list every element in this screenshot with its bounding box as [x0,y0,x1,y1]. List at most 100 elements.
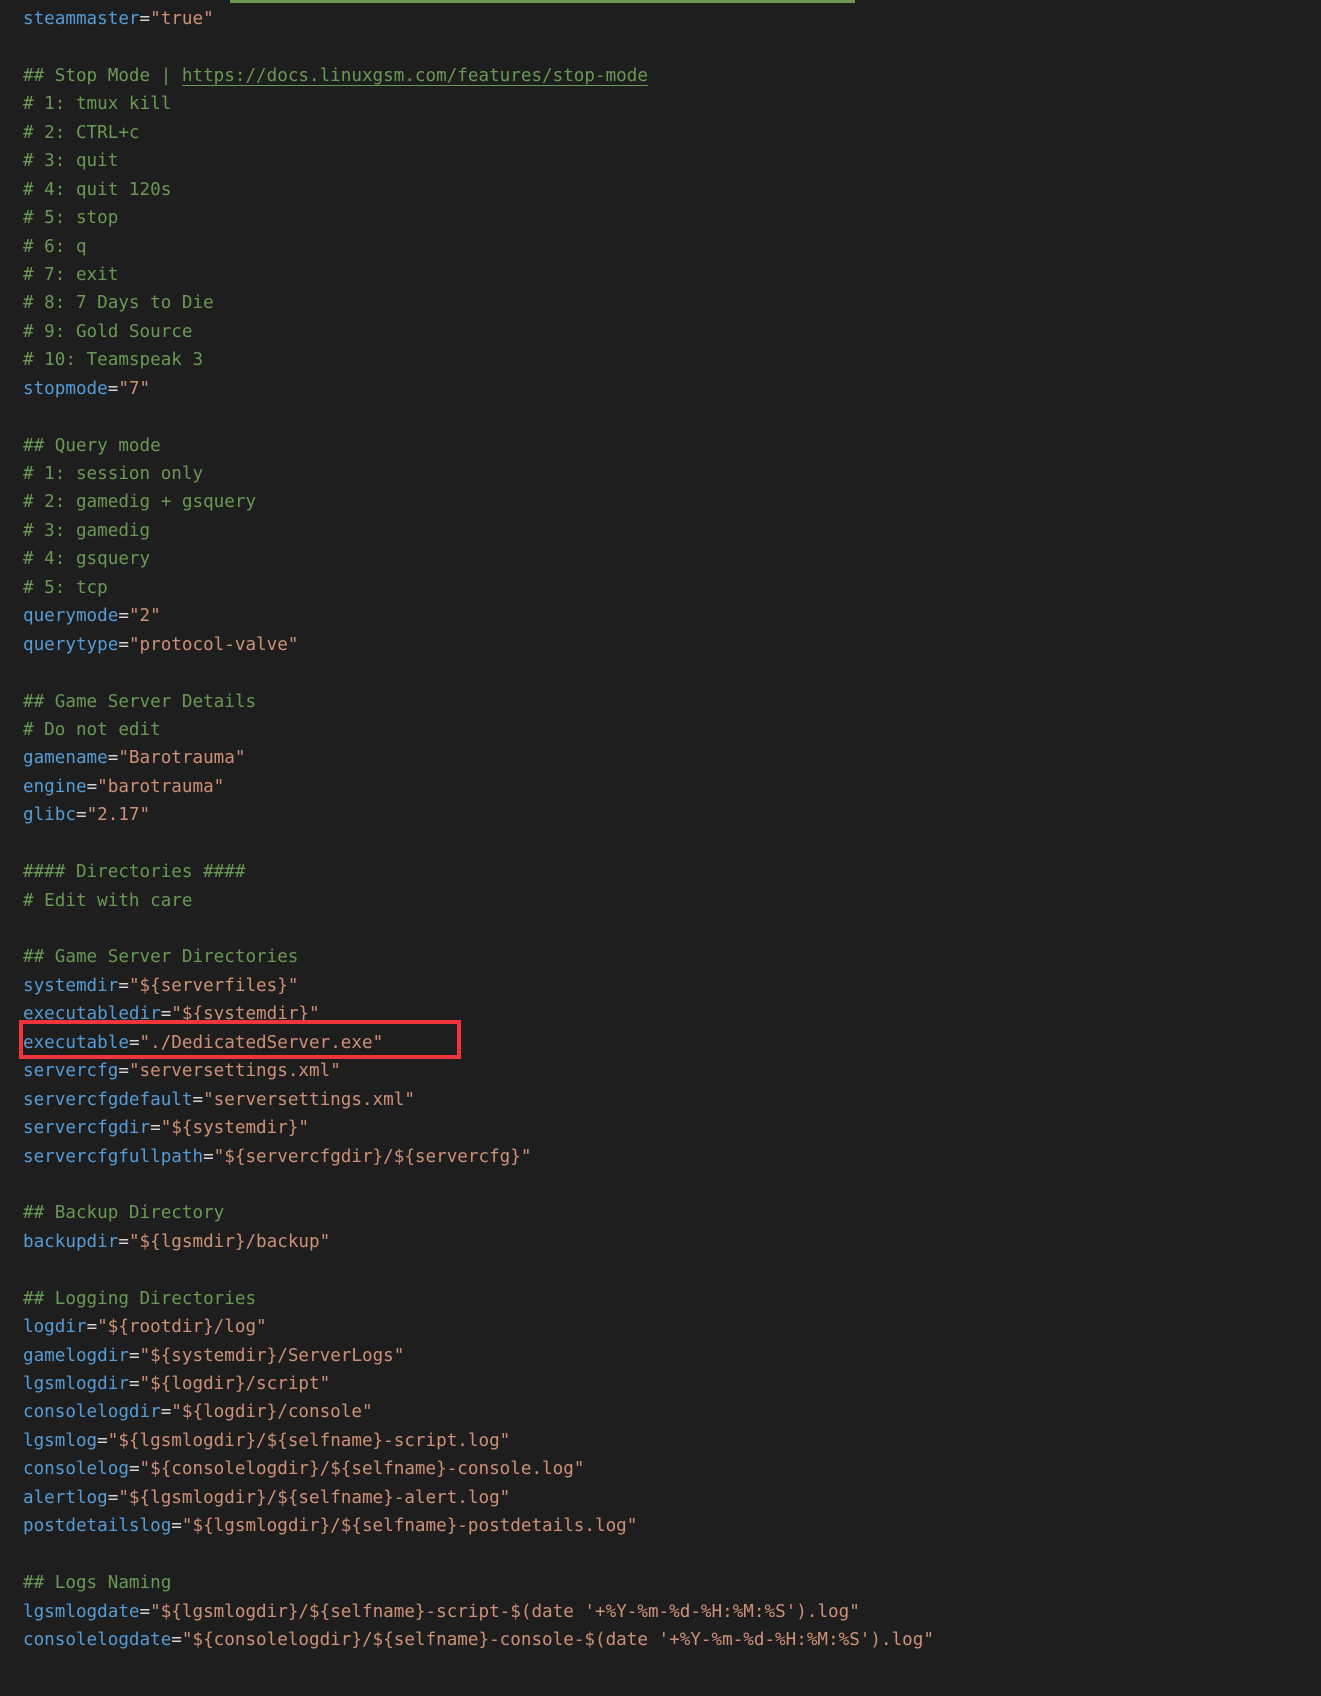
variable-value: "${systemdir}/ServerLogs" [139,1345,405,1366]
docs-link[interactable]: https://docs.linuxgsm.com/features/stop-… [182,66,648,86]
variable-value: "2.17" [86,805,151,826]
code-line: # 1: tmux kill [23,90,934,118]
code-line: # 6: q [23,233,934,261]
code-line: # 4: gsquery [23,545,934,573]
code-line: querymode="2" [23,602,934,630]
variable-name: querytype [23,634,119,655]
comment-text: #### Directories #### [23,862,246,883]
comment-text: # Edit with care [23,890,193,911]
comment-text: # Do not edit [23,719,161,740]
code-line: ## Logs Naming [23,1569,934,1597]
comment-text: # 9: Gold Source [23,321,193,342]
code-line: # 1: session only [23,460,934,488]
equals-sign: = [160,1402,172,1423]
comment-text: # 10: Teamspeak 3 [23,350,204,371]
code-line: # 2: gamedig + gsquery [23,488,934,516]
variable-value: "Barotrauma" [118,748,246,769]
variable-name: consolelogdate [23,1629,172,1650]
equals-sign: = [171,1629,182,1650]
variable-value: "${systemdir}" [160,1118,309,1139]
comment-text: ## Logging Directories [23,1288,257,1309]
equals-sign: = [107,1487,119,1508]
variable-name: glibc [23,805,76,826]
code-line: # 2: CTRL+c [23,119,934,147]
comment-text: # 6: q [23,236,87,257]
variable-value: "7" [118,378,151,399]
code-line: consolelogdir="${logdir}/console" [23,1398,934,1426]
code-line: ## Game Server Directories [23,943,934,971]
variable-value: "protocol-valve" [128,634,299,655]
comment-text: # 3: quit [23,151,119,172]
variable-name: backupdir [23,1231,119,1252]
comment-text: # 5: stop [23,208,119,229]
variable-name: servercfgfullpath [23,1146,204,1167]
code-line: servercfgfullpath="${servercfgdir}/${ser… [23,1143,934,1171]
equals-sign: = [192,1089,204,1110]
code-line: # Do not edit [23,716,934,744]
variable-value: "${rootdir}/log" [97,1317,267,1338]
equals-sign: = [139,9,151,29]
comment-text: # 2: gamedig + gsquery [23,492,257,513]
code-line: systemdir="${serverfiles}" [23,972,934,1000]
variable-value: "${consolelogdir}/${selfname}-console-$(… [181,1629,934,1650]
equals-sign: = [128,1459,140,1480]
variable-value: "${servercfgdir}/${servercfg}" [213,1146,532,1167]
code-editor[interactable]: steammaster="true" ## Stop Mode | https:… [23,5,934,1654]
code-line: # 3: gamedig [23,517,934,545]
code-line: alertlog="${lgsmlogdir}/${selfname}-aler… [23,1484,934,1512]
equals-sign: = [107,378,119,399]
highlight-box [19,1020,461,1059]
variable-name: consolelog [23,1459,129,1480]
variable-name: servercfg [23,1061,119,1082]
code-line: ## Backup Directory [23,1199,934,1227]
code-line: lgsmlogdir="${logdir}/script" [23,1370,934,1398]
variable-name: engine [23,776,87,797]
code-line: # 10: Teamspeak 3 [23,346,934,374]
code-line: ## Game Server Details [23,688,934,716]
equals-sign: = [128,1374,140,1394]
equals-sign: = [97,1430,108,1451]
variable-value: "${logdir}/console" [171,1402,373,1423]
code-line: consolelogdate="${consolelogdir}/${selfn… [23,1626,934,1654]
code-line: consolelog="${consolelogdir}/${selfname}… [23,1455,934,1483]
code-line: lgsmlogdate="${lgsmlogdir}/${selfname}-s… [23,1598,934,1626]
code-line: # 8: 7 Days to Die [23,289,934,317]
variable-name: alertlog [23,1487,108,1508]
variable-name: lgsmlog [23,1430,98,1451]
variable-name: gamename [23,748,108,769]
equals-sign: = [86,1317,98,1338]
code-line: servercfgdir="${systemdir}" [23,1114,934,1142]
variable-value: "${lgsmlogdir}/${selfname}-script.log" [107,1430,511,1451]
variable-value: "${serverfiles}" [128,975,299,996]
variable-value: "true" [150,9,214,29]
variable-name: lgsmlogdir [23,1374,129,1394]
variable-name: postdetailslog [23,1516,172,1537]
code-line: logdir="${rootdir}/log" [23,1313,934,1341]
comment-text: ## Query mode [23,435,161,456]
equals-sign: = [171,1516,182,1537]
code-line: backupdir="${lgsmdir}/backup" [23,1228,934,1256]
comment-text: ## Stop Mode | [23,65,182,86]
code-line: ## Stop Mode | https://docs.linuxgsm.com… [23,62,934,90]
equals-sign: = [118,1061,129,1082]
equals-sign: = [86,776,98,797]
code-line: postdetailslog="${lgsmlogdir}/${selfname… [23,1512,934,1540]
comment-text: # 5: tcp [23,577,108,598]
variable-name: lgsmlogdate [23,1601,140,1622]
variable-name: steammaster [23,9,140,29]
comment-text: # 2: CTRL+c [23,122,140,143]
code-line: ## Query mode [23,432,934,460]
comment-text: # 8: 7 Days to Die [23,293,214,314]
variable-value: "2" [128,606,161,627]
variable-value: "serversettings.xml" [203,1089,415,1110]
code-line: querytype="protocol-valve" [23,631,934,659]
variable-value: "serversettings.xml" [128,1061,341,1082]
